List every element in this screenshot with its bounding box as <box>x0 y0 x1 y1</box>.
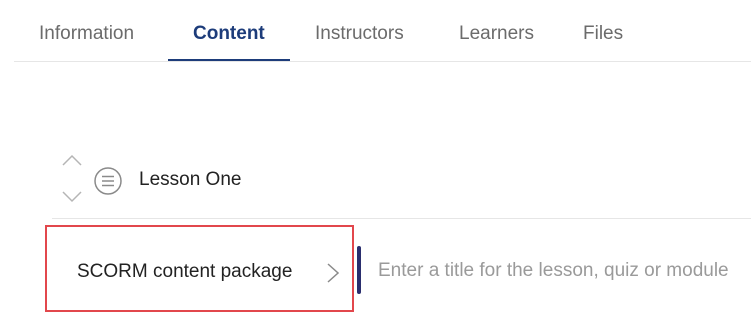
list-icon <box>93 166 123 196</box>
active-tab-indicator <box>168 59 290 61</box>
content-type-select[interactable]: SCORM content package <box>45 225 354 312</box>
tab-instructors[interactable]: Instructors <box>315 0 404 62</box>
text-cursor <box>357 246 361 294</box>
tab-files[interactable]: Files <box>583 0 623 62</box>
chevron-right-icon <box>327 263 340 288</box>
tab-content[interactable]: Content <box>193 0 265 62</box>
lesson-row: Lesson One <box>52 150 751 219</box>
chevron-down-icon[interactable] <box>62 191 82 203</box>
tab-learners[interactable]: Learners <box>459 0 534 62</box>
content-type-label: SCORM content package <box>77 261 293 282</box>
tab-information[interactable]: Information <box>39 0 134 62</box>
tab-bar: Information Content Instructors Learners… <box>14 0 751 62</box>
chevron-up-icon[interactable] <box>62 154 82 166</box>
lesson-title[interactable]: Lesson One <box>139 169 241 191</box>
item-title-input[interactable] <box>372 254 751 288</box>
